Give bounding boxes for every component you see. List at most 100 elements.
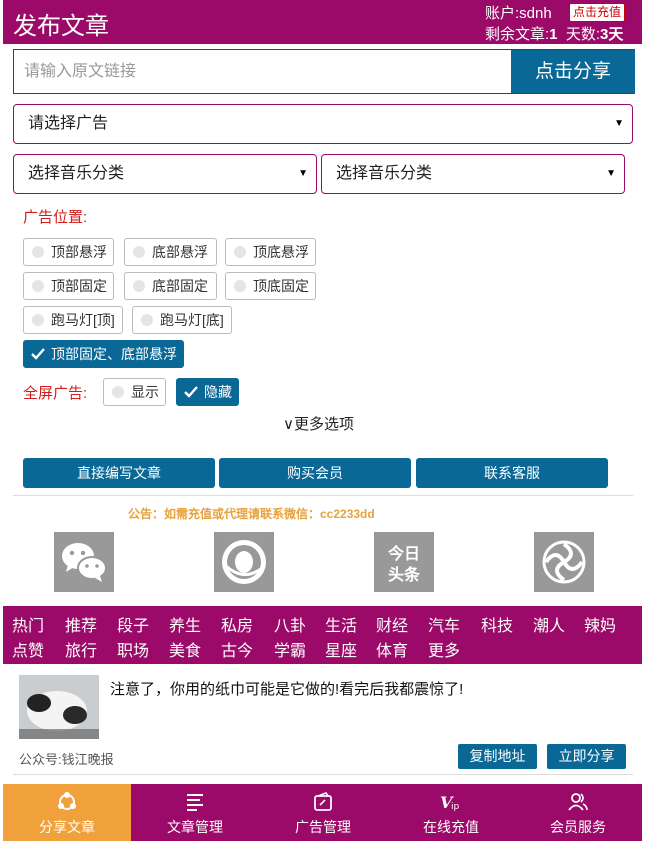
radio-circle-icon: [141, 314, 153, 326]
list-icon: [187, 794, 203, 811]
category-item[interactable]: 美食: [169, 637, 201, 661]
nav-online-recharge[interactable]: V ip 在线充值: [387, 784, 515, 841]
ad-select-value: 请选择广告: [28, 115, 109, 132]
ad-position-label: 广告位置:: [23, 209, 88, 226]
radio-circle-icon: [133, 280, 145, 292]
buy-membership-button[interactable]: 购买会员: [219, 458, 411, 488]
category-item[interactable]: 星座: [325, 637, 357, 661]
ad-option-marquee-bottom[interactable]: 跑马灯[底]: [132, 306, 232, 334]
category-item[interactable]: 科技: [481, 612, 513, 636]
category-item[interactable]: 职场: [117, 637, 149, 661]
dropdown-arrow-icon: ▼: [606, 168, 616, 179]
ad-option-bottom-float[interactable]: 底部悬浮: [124, 238, 217, 266]
category-item[interactable]: 私房: [221, 612, 253, 636]
checkmark-icon: [31, 348, 45, 360]
link-input-row: 点击分享: [13, 49, 635, 94]
toutiao-icon[interactable]: 今日 头条: [374, 532, 434, 592]
category-item[interactable]: 辣妈: [584, 612, 616, 636]
fullscreen-ad-label: 全屏广告:: [23, 385, 88, 402]
account-info: 账户:sdnh: [485, 2, 552, 23]
ad-icon: [314, 792, 332, 811]
page-title: 发布文章: [13, 13, 109, 40]
category-item[interactable]: 旅行: [65, 637, 97, 661]
option-label: 隐藏: [204, 384, 232, 400]
ad-option-topbottom-float[interactable]: 顶底悬浮: [225, 238, 316, 266]
category-item[interactable]: 学霸: [274, 637, 306, 661]
share-now-button[interactable]: 立即分享: [547, 744, 626, 769]
nav-label: 在线充值: [423, 819, 479, 835]
contact-support-button[interactable]: 联系客服: [416, 458, 608, 488]
ad-option-topfixed-bottomfloat[interactable]: 顶部固定、底部悬浮: [23, 340, 184, 368]
option-label: 底部固定: [152, 278, 208, 294]
days-value: 3天: [600, 26, 624, 43]
divider: [13, 774, 633, 775]
article-title[interactable]: 注意了，你用的纸巾可能是它做的!看完后我都震惊了!: [110, 678, 463, 699]
remaining-info: 剩余文章:1 天数:3天: [485, 23, 623, 44]
option-label: 顶部固定: [51, 278, 107, 294]
ad-option-topbottom-fixed[interactable]: 顶底固定: [225, 272, 316, 300]
share-button[interactable]: 点击分享: [511, 50, 635, 93]
recharge-button[interactable]: 点击充值: [569, 3, 626, 22]
music-select-value: 选择音乐分类: [336, 165, 433, 182]
option-label: 显示: [131, 384, 159, 400]
option-label: 底部悬浮: [152, 244, 208, 260]
category-item[interactable]: 八卦: [274, 612, 306, 636]
radio-circle-icon: [133, 246, 145, 258]
music-category-select-2[interactable]: 选择音乐分类 ▼: [321, 154, 625, 194]
bottom-nav: 分享文章 文章管理 广告管理 V ip 在线充值 会员服务: [3, 784, 642, 841]
category-item[interactable]: 推荐: [65, 612, 97, 636]
account-name: sdnh: [519, 5, 552, 22]
fullscreen-hide-option[interactable]: 隐藏: [176, 378, 239, 406]
category-item[interactable]: 更多: [428, 637, 460, 661]
category-item[interactable]: 生活: [325, 612, 357, 636]
checkmark-icon: [184, 386, 198, 398]
article-link-input[interactable]: [14, 50, 510, 93]
nav-label: 分享文章: [39, 819, 95, 835]
ad-option-bottom-fixed[interactable]: 底部固定: [124, 272, 217, 300]
category-item[interactable]: 古今: [221, 637, 253, 661]
option-label: 顶底悬浮: [253, 244, 309, 260]
remaining-count: 1: [549, 26, 558, 43]
nav-label: 广告管理: [295, 819, 351, 835]
ad-select[interactable]: 请选择广告 ▼: [13, 104, 633, 144]
qq-icon[interactable]: [214, 532, 274, 592]
category-item[interactable]: 潮人: [533, 612, 565, 636]
ad-option-marquee-top[interactable]: 跑马灯[顶]: [23, 306, 123, 334]
account-label: 账户:: [485, 5, 520, 22]
nav-share-article[interactable]: 分享文章: [3, 784, 131, 841]
wechat-icon[interactable]: [54, 532, 114, 592]
radio-circle-icon: [234, 280, 246, 292]
article-thumbnail[interactable]: [19, 675, 99, 739]
music-category-select-1[interactable]: 选择音乐分类 ▼: [13, 154, 317, 194]
write-article-button[interactable]: 直接编写文章: [23, 458, 215, 488]
category-item[interactable]: 养生: [169, 612, 201, 636]
radio-circle-icon: [234, 246, 246, 258]
category-item[interactable]: 汽车: [428, 612, 460, 636]
ad-option-top-float[interactable]: 顶部悬浮: [23, 238, 114, 266]
nav-label: 文章管理: [167, 819, 223, 835]
category-item[interactable]: 体育: [376, 637, 408, 661]
app-header: 发布文章 账户:sdnh 点击充值 剩余文章:1 天数:3天: [3, 0, 642, 44]
article-source: 公众号:钱江晚报: [19, 752, 114, 767]
music-select-value: 选择音乐分类: [28, 165, 125, 182]
svg-text:ip: ip: [451, 802, 460, 812]
more-options-toggle[interactable]: ∨更多选项: [283, 413, 354, 434]
copy-address-button[interactable]: 复制地址: [458, 744, 537, 769]
ad-option-top-fixed[interactable]: 顶部固定: [23, 272, 114, 300]
nav-article-management[interactable]: 文章管理: [131, 784, 259, 841]
share-icon: [58, 792, 76, 810]
fullscreen-show-option[interactable]: 显示: [103, 378, 166, 406]
nav-label: 会员服务: [550, 819, 606, 835]
days-label: 天数:: [565, 26, 601, 43]
qzone-icon[interactable]: [534, 532, 594, 592]
nav-member-service[interactable]: 会员服务: [514, 784, 642, 841]
option-label: 顶部固定、底部悬浮: [51, 346, 177, 362]
category-item[interactable]: 热门: [12, 612, 44, 636]
nav-ad-management[interactable]: 广告管理: [259, 784, 387, 841]
category-item[interactable]: 财经: [376, 612, 408, 636]
remaining-label: 剩余文章:: [485, 26, 550, 43]
category-item[interactable]: 段子: [117, 612, 149, 636]
category-item[interactable]: 点赞: [12, 637, 44, 661]
option-label: 跑马灯[顶]: [51, 312, 115, 328]
option-label: 跑马灯[底]: [160, 312, 224, 328]
